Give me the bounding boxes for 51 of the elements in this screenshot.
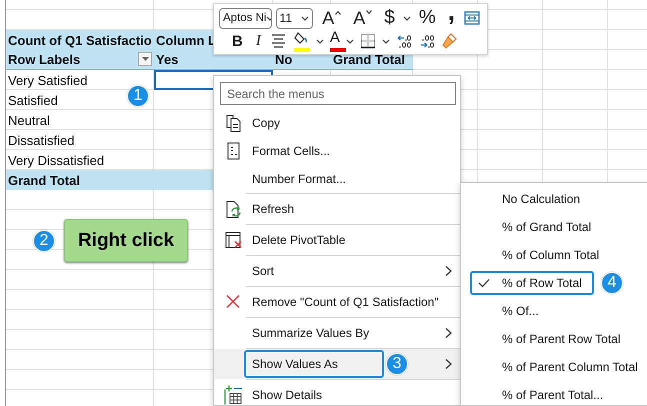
- menu-item[interactable]: Summarize Values By: [214, 318, 460, 348]
- highlight-frame: Show Values As: [244, 350, 384, 378]
- step-badge: 4: [601, 272, 623, 294]
- menu-item[interactable]: Remove "Count of Q1 Satisfaction": [214, 287, 460, 317]
- row-label: Neutral: [8, 112, 50, 128]
- row-label: Very Dissatisfied: [8, 152, 104, 168]
- menu-label: Remove "Count of Q1 Satisfaction": [251, 294, 440, 311]
- menu-label: Copy: [251, 115, 282, 132]
- font-color-button[interactable]: A: [328, 30, 342, 52]
- comma-style-button[interactable]: ,: [446, 7, 457, 29]
- menu-label: Sort: [251, 263, 276, 280]
- menu-item[interactable]: Refresh: [214, 194, 460, 224]
- font-name-dropdown[interactable]: Aptos Ni: [219, 8, 272, 28]
- italic-button[interactable]: I: [254, 30, 263, 52]
- row-label: Satisfied: [8, 92, 58, 108]
- menu-item[interactable]: Show Details: [214, 380, 460, 405]
- font-size-dropdown[interactable]: 11: [276, 8, 314, 28]
- table-cell: Count of Q1 Satisfactio: [6, 30, 154, 50]
- right-click-button[interactable]: Right click: [64, 219, 188, 262]
- step-badge: 1: [127, 85, 149, 107]
- step-badge: 3: [386, 353, 408, 375]
- column-header: Row Labels: [8, 52, 80, 67]
- menu-label: Summarize Values By: [251, 325, 370, 342]
- menu-label: Format Cells...: [251, 143, 332, 160]
- table-cell: Grand Total: [6, 170, 154, 190]
- menu-item[interactable]: % of Parent Row Total: [470, 327, 633, 351]
- menu-item[interactable]: % of Parent Column Total: [470, 355, 647, 379]
- menu-item[interactable]: % of Grand Total: [470, 215, 604, 239]
- decrease-font-button[interactable]: A: [351, 7, 374, 29]
- row-label: Very Satisfied: [8, 72, 88, 88]
- percent-button[interactable]: %: [416, 7, 438, 29]
- currency-button[interactable]: $: [382, 7, 397, 29]
- bold-button[interactable]: B: [230, 30, 245, 52]
- menu-item[interactable]: Show Values As 3: [214, 349, 460, 379]
- menu-label: Delete PivotTable: [251, 232, 346, 249]
- search-field[interactable]: Search the menus: [220, 82, 456, 105]
- menu-item[interactable]: No Calculation: [470, 187, 592, 211]
- menu-label: Show Details: [251, 387, 324, 404]
- menu-item[interactable]: % of Row Total: [470, 271, 594, 295]
- menu-item[interactable]: Number Format...: [214, 165, 460, 193]
- menu-item[interactable]: % of Column Total: [470, 243, 612, 267]
- menu-label: Number Format...: [251, 171, 348, 188]
- row-label: Dissatisfied: [8, 132, 74, 148]
- menu-label: Refresh: [251, 201, 296, 218]
- increase-font-button[interactable]: A: [320, 7, 344, 29]
- menu-item[interactable]: Copy: [214, 109, 460, 137]
- menu-item[interactable]: Format Cells...: [214, 137, 460, 165]
- menu-item[interactable]: Sort: [214, 256, 460, 286]
- menu-item[interactable]: % Of...: [470, 299, 551, 323]
- menu-item[interactable]: Delete PivotTable: [214, 225, 460, 255]
- menu-item[interactable]: % of Parent Total...: [470, 383, 616, 406]
